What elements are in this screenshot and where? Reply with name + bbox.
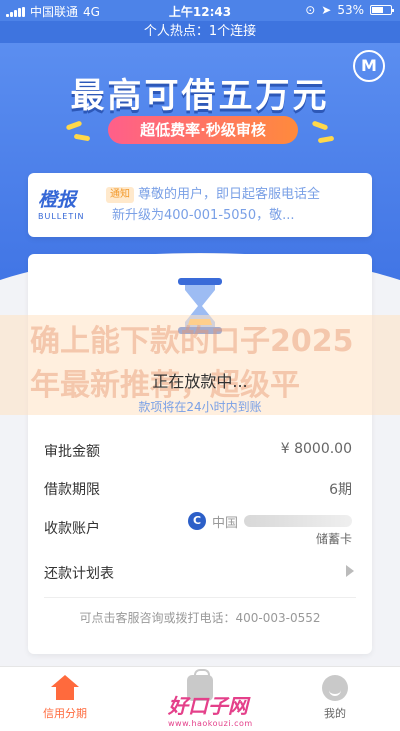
divider [44,597,356,598]
spark-decoration [73,133,91,142]
bulletin-text-line2: 新升级为400-001-5050，敬... [112,208,295,223]
watermark-text: 确上能下款的口子2025年最新推荐，超级平 [30,324,354,403]
bulletin-brand-cn: 橙报 [38,189,77,211]
notice-tag: 通知 [106,187,134,203]
spark-decoration [317,135,335,144]
hotspot-bar[interactable]: 个人热点：1个连接 [0,21,400,43]
tab-label: 我的 [324,707,346,720]
tab-credit-installment[interactable]: 信用分期 [20,675,110,721]
status-right: ⊙ ➤ 53% [305,3,394,17]
bulletin-card[interactable]: 橙报 BULLETIN 通知 尊敬的用户，即日起客服电话全 新升级为400-00… [28,173,372,237]
account-number-blurred [244,515,352,527]
repayment-plan-row[interactable]: 还款计划表 [44,563,352,587]
bulletin-text-line1: 尊敬的用户，即日起客服电话全 [138,187,321,202]
lock-rotation-icon: ⊙ [305,3,316,17]
amount-label: 审批金额 [44,444,100,460]
status-bar: 中国联通 4G 上午12:43 ⊙ ➤ 53% [0,0,400,21]
term-value: 6期 [329,482,352,498]
term-label: 借款期限 [44,482,100,498]
chevron-right-icon[interactable] [346,565,354,577]
service-contact-text[interactable]: 可点击客服咨询或拨打电话：400-003-0552 [28,609,372,626]
site-logo-url: www.haokouzi.com [168,719,253,728]
bank-logo-icon: C [188,512,206,530]
battery-percent: 53% [337,3,364,17]
bulletin-brand: 橙报 BULLETIN [38,185,96,221]
account-label: 收款账户 [44,521,100,537]
banner-title: 最高可借五万元 [70,76,330,116]
spark-decoration [311,120,329,131]
site-watermark-logo: 好口子网 www.haokouzi.com [168,690,278,728]
battery-icon [370,5,394,15]
tab-mine[interactable]: 我的 [290,675,380,721]
repayment-plan-label: 还款计划表 [44,566,114,582]
term-row: 借款期限 6期 [44,479,352,503]
amount-row: 审批金额 ¥ 8000.00 [44,441,352,465]
location-icon: ➤ [321,3,332,17]
tab-label: 信用分期 [43,707,87,720]
loan-status-text: 正在放款中... [152,372,248,391]
bulletin-brand-en: BULLETIN [38,212,85,221]
loan-status-subtitle: 款项将在24小时内到账 [138,400,262,414]
app-logo-icon[interactable]: M [353,50,385,82]
banner-subtitle: 超低费率·秒级审核 [108,116,298,144]
face-icon [322,675,348,701]
house-icon [51,675,79,701]
spark-decoration [65,120,83,131]
account-bank: 中国 [212,516,239,531]
account-type: 储蓄卡 [315,532,352,546]
amount-value: ¥ 8000.00 [280,441,352,457]
site-logo-text: 好口子网 [168,694,248,718]
